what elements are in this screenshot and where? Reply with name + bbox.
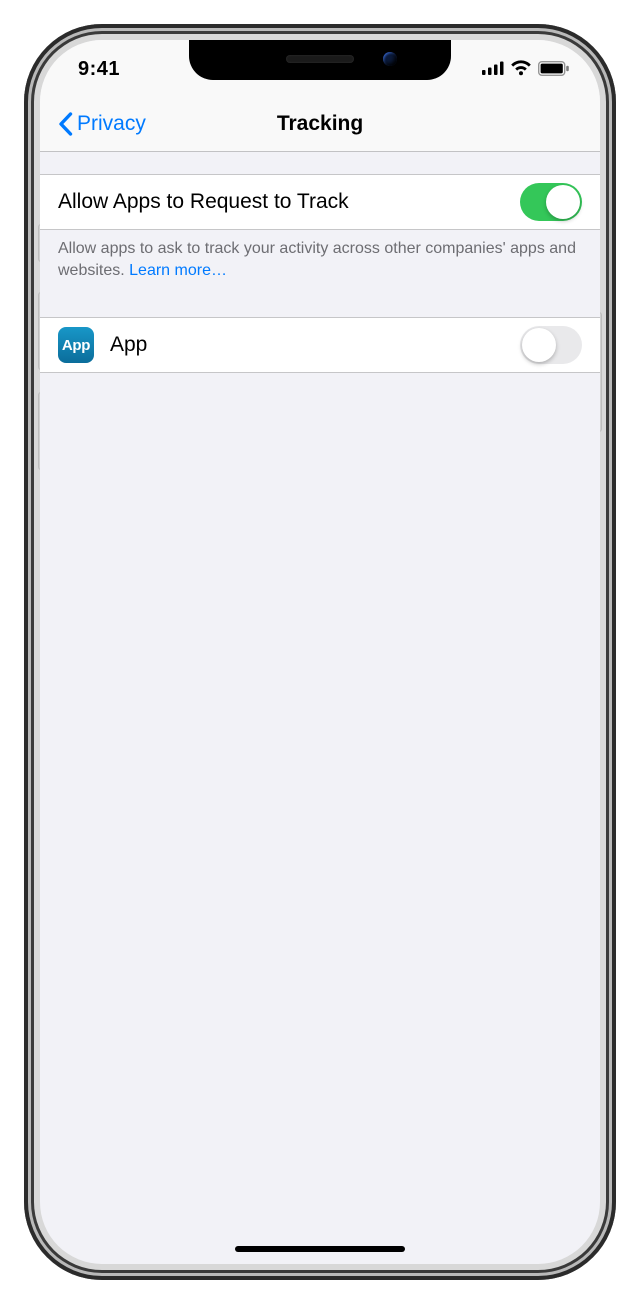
- allow-apps-to-track-label: Allow Apps to Request to Track: [58, 190, 520, 214]
- status-time: 9:41: [78, 58, 120, 81]
- back-button[interactable]: Privacy: [50, 106, 154, 142]
- app-label: App: [110, 333, 520, 357]
- page-title: Tracking: [277, 112, 363, 136]
- notch: [189, 40, 451, 80]
- cellular-icon: [482, 61, 504, 75]
- wifi-icon: [510, 60, 532, 76]
- tracking-footer: Allow apps to ask to track your activity…: [40, 230, 600, 281]
- app-tracking-toggle[interactable]: [520, 326, 582, 364]
- learn-more-link[interactable]: Learn more…: [129, 262, 227, 279]
- front-camera: [383, 52, 397, 66]
- allow-apps-to-track-row[interactable]: Allow Apps to Request to Track: [40, 174, 600, 230]
- status-icons: [482, 60, 570, 76]
- phone-frame: 9:41 Privacy Tracking Allow Apps to Requ…: [24, 24, 616, 1280]
- speaker: [286, 55, 354, 63]
- screen: 9:41 Privacy Tracking Allow Apps to Requ…: [40, 40, 600, 1264]
- battery-icon: [538, 61, 570, 76]
- app-icon: App: [58, 327, 94, 363]
- apps-group: App App: [40, 317, 600, 373]
- content: Allow Apps to Request to Track Allow app…: [40, 152, 600, 373]
- tracking-master-group: Allow Apps to Request to Track Allow app…: [40, 174, 600, 281]
- app-row[interactable]: App App: [40, 317, 600, 373]
- back-label: Privacy: [77, 112, 146, 136]
- chevron-left-icon: [58, 112, 73, 136]
- allow-apps-to-track-toggle[interactable]: [520, 183, 582, 221]
- home-indicator[interactable]: [235, 1246, 405, 1252]
- nav-bar: Privacy Tracking: [40, 96, 600, 152]
